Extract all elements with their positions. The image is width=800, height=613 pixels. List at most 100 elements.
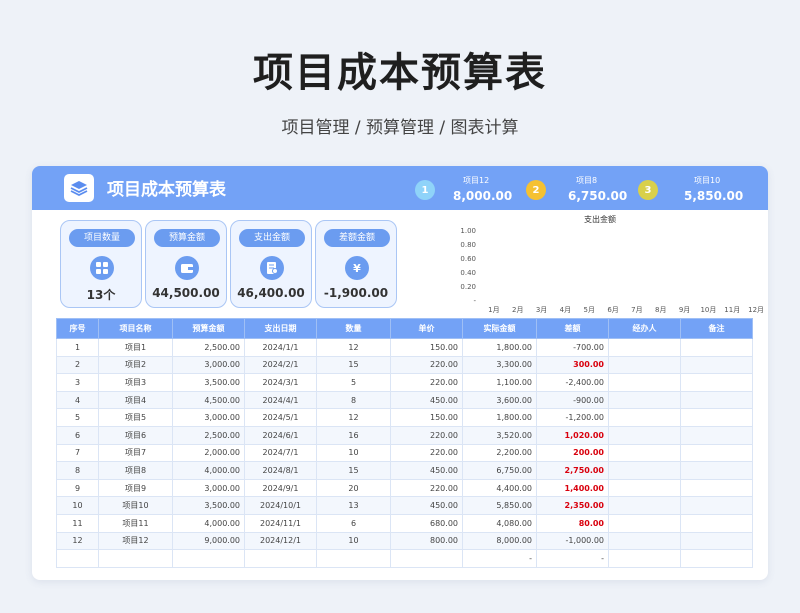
table-row[interactable]: 12 项目12 9,000.00 2024/12/1 10 800.00 8,000.00-… [56, 532, 753, 551]
table-cell: 2,500.00 [172, 426, 245, 445]
table-row[interactable]: 9 项目9 3,000.00 2024/9/1 20 220.00 4,400.00 1,40… [56, 479, 753, 498]
receipt-icon [260, 256, 284, 280]
x-tick-label: 1月 [488, 306, 499, 314]
table-cell: 10 [56, 496, 99, 515]
table-cell: 680.00 [390, 514, 463, 533]
table-row[interactable]: -- [56, 549, 753, 568]
table-cell: 项目10 [98, 496, 173, 515]
column-header[interactable]: 差额 [536, 318, 609, 339]
budget-table: 序号 项目名称 预算金额 支出日期 数量 单价 实际金额 差额 经办人 备注 1 项目1 2,500.… [56, 318, 753, 568]
table-cell [680, 338, 753, 357]
table-cell: 7 [56, 444, 99, 463]
stat-value: 44,500.00 [152, 286, 220, 300]
table-row[interactable]: 8 项目8 4,000.00 2024/8/1 15 450.00 6,750.00 2,75… [56, 461, 753, 480]
rank-value: 8,000.00 [453, 189, 513, 203]
table-cell: 3,500.00 [172, 373, 245, 392]
table-cell: 6 [316, 514, 391, 533]
y-tick-label: 0.60 [460, 255, 476, 263]
table-cell: -900.00 [536, 391, 609, 410]
table-cell [244, 549, 317, 568]
table-cell: 800.00 [390, 532, 463, 551]
table-cell [680, 514, 753, 533]
table-row[interactable]: 10 项目10 3,500.00 2024/10/1 13 450.00 5,850.00 2… [56, 496, 753, 515]
table-cell: 450.00 [390, 496, 463, 515]
table-cell: 3,000.00 [172, 479, 245, 498]
table-cell: 2024/10/1 [244, 496, 317, 515]
column-header[interactable]: 单价 [390, 318, 463, 339]
column-header[interactable]: 项目名称 [98, 318, 173, 339]
rank-badge: 1 [415, 180, 435, 200]
table-cell: 4,000.00 [172, 461, 245, 480]
table-cell: 2024/6/1 [244, 426, 317, 445]
x-tick-label: 11月 [724, 306, 740, 314]
column-header[interactable]: 支出日期 [244, 318, 317, 339]
table-row[interactable]: 6 项目6 2,500.00 2024/6/1 16 220.00 3,520.00 1,02… [56, 426, 753, 445]
column-header[interactable]: 备注 [680, 318, 753, 339]
stat-label: 预算金额 [154, 229, 220, 247]
table-cell [680, 391, 753, 410]
table-cell: 450.00 [390, 461, 463, 480]
table-cell: 8 [56, 461, 99, 480]
table-row[interactable]: 11 项目11 4,000.00 2024/11/1 6 680.00 4,080.00 80… [56, 514, 753, 533]
rank-name: 项目12 [463, 176, 490, 185]
table-cell: 13 [316, 496, 391, 515]
table-cell: 80.00 [536, 514, 609, 533]
table-row[interactable]: 1 项目1 2,500.00 2024/1/1 12 150.00 1,800.00 -700… [56, 338, 753, 357]
rank-badge: 3 [638, 180, 658, 200]
table-cell: 项目2 [98, 356, 173, 375]
table-cell: 20 [316, 479, 391, 498]
x-tick-label: 2月 [512, 306, 523, 314]
table-cell: 9,000.00 [172, 532, 245, 551]
stat-label: 差额金额 [324, 229, 390, 247]
table-cell: 5 [56, 408, 99, 427]
yen-icon: ¥ [345, 256, 369, 280]
table-cell: 2,200.00 [462, 444, 537, 463]
table-cell: 2024/7/1 [244, 444, 317, 463]
table-cell: 12 [316, 408, 391, 427]
rank-item-3: 3 项目10 5,850.00 [638, 172, 758, 206]
y-tick-label: 1.00 [460, 227, 476, 235]
table-row[interactable]: 5 项目5 3,000.00 2024/5/1 12 150.00 1,800.00 -1,2… [56, 408, 753, 427]
table-cell: 3,000.00 [172, 408, 245, 427]
column-header[interactable]: 序号 [56, 318, 99, 339]
column-header[interactable]: 经办人 [608, 318, 681, 339]
table-cell: 9 [56, 479, 99, 498]
table-cell: -2,400.00 [536, 373, 609, 392]
table-cell [680, 426, 753, 445]
table-cell: 6 [56, 426, 99, 445]
rank-value: 6,750.00 [568, 189, 628, 203]
table-cell: 1,800.00 [462, 338, 537, 357]
table-row[interactable]: 3 项目3 3,500.00 2024/3/1 5 220.00 1,100.00 -2,40… [56, 373, 753, 392]
column-header[interactable]: 预算金额 [172, 318, 245, 339]
table-cell [680, 479, 753, 498]
page-subtitle: 项目管理 / 预算管理 / 图表计算 [281, 118, 519, 138]
table-cell [680, 408, 753, 427]
table-cell: 2 [56, 356, 99, 375]
table-cell: 4,500.00 [172, 391, 245, 410]
table-cell [608, 373, 681, 392]
table-cell [172, 549, 245, 568]
table-row[interactable]: 7 项目7 2,000.00 2024/7/1 10 220.00 2,200.00 200.… [56, 444, 753, 463]
table-cell: 300.00 [536, 356, 609, 375]
stat-value: -1,900.00 [323, 286, 389, 300]
table-row[interactable]: 2 项目2 3,000.00 2024/2/1 15 220.00 3,300.00 300.… [56, 356, 753, 375]
table-cell: 2024/11/1 [244, 514, 317, 533]
table-cell: 450.00 [390, 391, 463, 410]
table-cell [608, 444, 681, 463]
table-cell: 2,000.00 [172, 444, 245, 463]
page-title: 项目成本预算表 [253, 50, 547, 96]
rank-item-2: 2 项目8 6,750.00 [526, 172, 636, 206]
table-cell: 3,300.00 [462, 356, 537, 375]
table-cell: -1,200.00 [536, 408, 609, 427]
column-header[interactable]: 实际金额 [462, 318, 537, 339]
column-header[interactable]: 数量 [316, 318, 391, 339]
stat-project-count: 项目数量 13个 [60, 220, 142, 308]
header-title: 项目成本预算表 [107, 180, 226, 200]
table-cell: 3,500.00 [172, 496, 245, 515]
table-cell: 项目11 [98, 514, 173, 533]
grid-icon [90, 256, 114, 280]
table-cell: 16 [316, 426, 391, 445]
table-row[interactable]: 4 项目4 4,500.00 2024/4/1 8 450.00 3,600.00 -900.… [56, 391, 753, 410]
table-cell: 10 [316, 532, 391, 551]
x-tick-label: 6月 [607, 306, 618, 314]
